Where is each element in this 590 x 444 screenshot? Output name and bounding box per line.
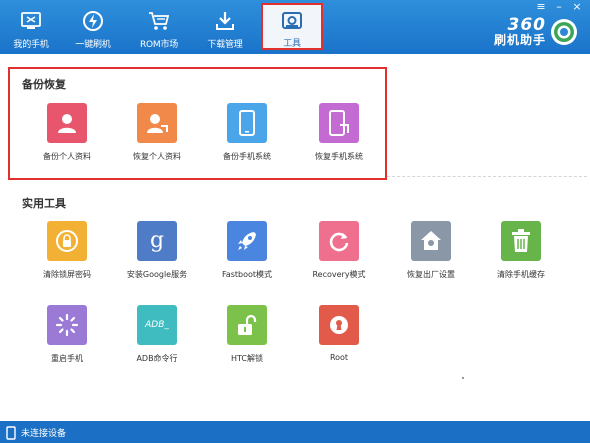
install-google-services-button[interactable]: g 安装Google服务 xyxy=(112,221,202,280)
cart-icon xyxy=(148,10,170,32)
restart-icon xyxy=(47,305,87,345)
window-controls: ≡ – × xyxy=(532,0,586,14)
tool-label: HTC解锁 xyxy=(230,354,264,363)
phone-restore-icon xyxy=(319,103,359,143)
tool-label: Fastboot模式 xyxy=(221,270,273,279)
nav-label: 我的手机 xyxy=(13,40,49,50)
top-toolbar: 我的手机 一键刷机 ROM市场 下载管理 工具 ≡ – × 360 刷机助手 xyxy=(0,0,590,54)
person-restore-icon xyxy=(137,103,177,143)
restore-personal-data-button[interactable]: 恢复个人资料 xyxy=(112,103,202,162)
close-button[interactable]: × xyxy=(568,0,586,14)
backup-personal-data-button[interactable]: 备份个人资料 xyxy=(22,103,112,162)
adb-glyph: ADB_ xyxy=(145,320,169,330)
tool-label: 安装Google服务 xyxy=(126,270,188,279)
google-glyph: g xyxy=(149,228,165,253)
restore-phone-system-button[interactable]: 恢复手机系统 xyxy=(294,103,384,162)
nav-rom-market[interactable]: ROM市场 xyxy=(128,0,190,54)
status-bar: 未连接设备 xyxy=(0,421,590,443)
menu-button[interactable]: ≡ xyxy=(532,0,550,14)
nav-label: 工具 xyxy=(283,39,301,49)
restart-phone-button[interactable]: 重启手机 xyxy=(22,305,112,364)
brand-text: 360 刷机助手 xyxy=(493,15,546,48)
nav-label: 一键刷机 xyxy=(75,40,111,50)
tool-label: Recovery模式 xyxy=(312,270,366,279)
brand-number: 360 xyxy=(507,15,546,35)
backup-section-title: 备份恢复 xyxy=(22,78,66,91)
padlock-icon xyxy=(227,305,267,345)
phone-icon xyxy=(227,103,267,143)
tools-section-title: 实用工具 xyxy=(22,197,66,210)
tool-label: 备份个人资料 xyxy=(43,152,91,161)
360-logo-icon xyxy=(550,18,578,46)
adb-command-line-button[interactable]: ADB_ ADB命令行 xyxy=(112,305,202,364)
download-icon xyxy=(214,10,236,32)
tool-label: Root xyxy=(329,353,349,362)
fastboot-mode-button[interactable]: Fastboot模式 xyxy=(202,221,292,280)
nav-my-phone[interactable]: 我的手机 xyxy=(0,0,62,54)
nav-one-click-flash[interactable]: 一键刷机 xyxy=(62,0,124,54)
backup-phone-system-button[interactable]: 备份手机系统 xyxy=(202,103,292,162)
htc-unlock-button[interactable]: HTC解锁 xyxy=(202,305,292,364)
trash-icon xyxy=(501,221,541,261)
phone-screen-icon xyxy=(20,10,42,32)
nav-tools[interactable]: 工具 xyxy=(261,3,323,50)
nav-download-manager[interactable]: 下载管理 xyxy=(194,0,256,54)
connection-status: 未连接设备 xyxy=(21,428,67,439)
factory-reset-button[interactable]: 恢复出厂设置 xyxy=(386,221,476,280)
clear-phone-cache-button[interactable]: 清除手机缓存 xyxy=(476,221,566,280)
person-icon xyxy=(47,103,87,143)
root-icon xyxy=(319,305,359,345)
tool-label: 重启手机 xyxy=(51,354,83,363)
section-divider xyxy=(387,176,587,177)
refresh-icon xyxy=(319,221,359,261)
flash-icon xyxy=(82,10,104,32)
minimize-button[interactable]: – xyxy=(550,0,568,14)
google-icon: g xyxy=(137,221,177,261)
nav-label: ROM市场 xyxy=(139,40,179,50)
unlock-screen-icon xyxy=(47,221,87,261)
brand-name: 刷机助手 xyxy=(493,33,546,47)
tool-label: 恢复出厂设置 xyxy=(407,270,455,279)
tool-label: 清除手机缓存 xyxy=(497,270,545,279)
clear-lock-password-button[interactable]: 清除锁屏密码 xyxy=(22,221,112,280)
tool-label: 清除锁屏密码 xyxy=(43,270,91,279)
device-icon xyxy=(5,425,17,440)
stray-dot xyxy=(462,377,464,379)
adb-icon: ADB_ xyxy=(137,305,177,345)
root-button[interactable]: Root xyxy=(294,305,384,362)
tool-label: 备份手机系统 xyxy=(223,152,271,161)
brand-logo-area: 360 刷机助手 xyxy=(494,17,578,47)
recovery-mode-button[interactable]: Recovery模式 xyxy=(294,221,384,280)
rocket-icon xyxy=(227,221,267,261)
tool-label: ADB命令行 xyxy=(136,354,178,363)
tool-label: 恢复手机系统 xyxy=(315,152,363,161)
toolbox-icon xyxy=(281,11,303,31)
tool-label: 恢复个人资料 xyxy=(133,152,181,161)
home-icon xyxy=(411,221,451,261)
nav-label: 下载管理 xyxy=(207,40,243,50)
